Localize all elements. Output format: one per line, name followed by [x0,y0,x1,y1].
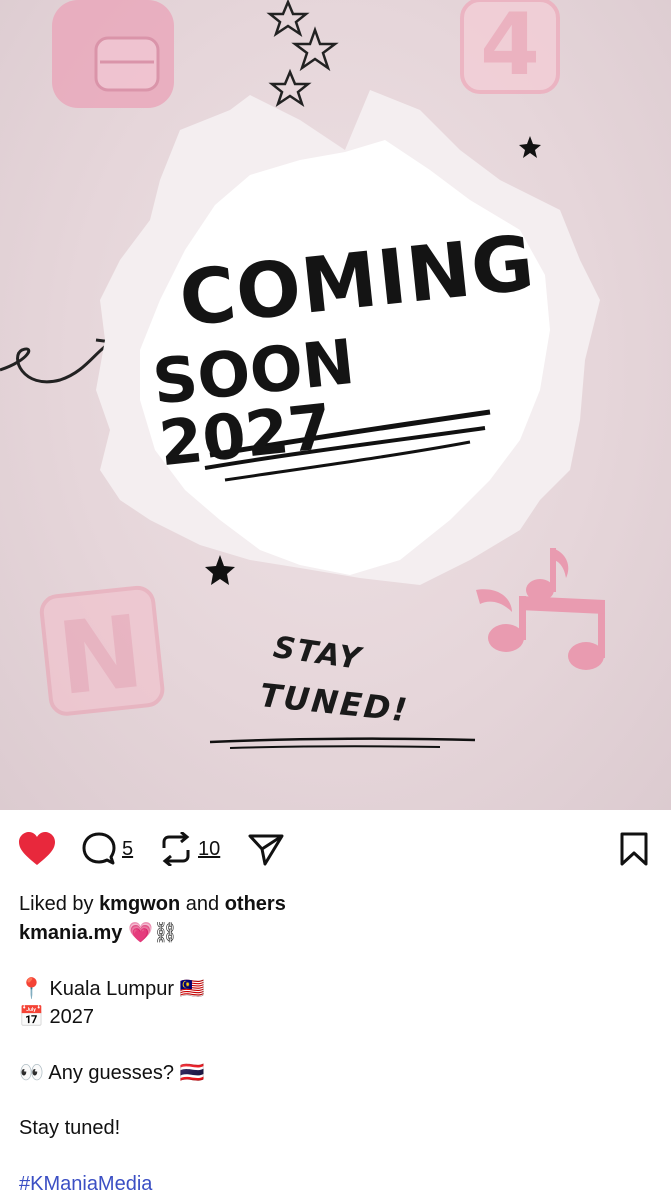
liked-and-label: and [185,893,220,915]
small-star-icon [205,555,235,585]
send-icon [248,834,284,866]
question-row: 👀 Any guesses? 🇹🇭 [19,1058,652,1086]
liked-others-link[interactable]: others [225,893,286,915]
post-action-bar: 5 10 [0,810,671,890]
heart-chain-emoji: 💗⛓ [127,920,179,944]
repost-icon [162,832,190,866]
pin-icon: 📍 [19,976,44,1000]
small-star-icon [519,136,541,158]
thailand-flag-icon: 🇹🇭 [179,1060,205,1084]
year-row: 📅 2027 [19,1002,652,1030]
location-row: 📍 Kuala Lumpur 🇲🇾 [19,974,652,1002]
number-four-sticker: 4 [460,0,560,95]
post-image-artwork: 4 N [0,0,605,749]
music-notes-icon [476,548,605,670]
closing-text: Stay tuned! [19,1117,121,1139]
location-text: Kuala Lumpur [49,978,174,1000]
letter-n-sticker: N [39,585,165,718]
likes-summary[interactable]: Liked by kmgwon and others [19,890,652,918]
hashtag-link[interactable]: #KManiaMedia [19,1170,652,1198]
share-button[interactable] [248,834,284,866]
backpack-icon [52,0,174,108]
svg-text:N: N [53,593,148,718]
malaysia-flag-icon: 🇲🇾 [179,976,205,1000]
liked-user-link[interactable]: kmgwon [99,893,180,915]
author-row: kmania.my 💗⛓ [19,918,652,946]
comment-count[interactable]: 5 [122,838,133,861]
question-text: Any guesses? [48,1062,174,1084]
svg-text:4: 4 [480,0,540,95]
author-username[interactable]: kmania.my [19,922,122,944]
post-image[interactable]: 4 N COMING SOON 2027 STAY TUNED! [0,0,671,810]
comment-button[interactable]: 5 [82,832,133,866]
post-caption: Liked by kmgwon and others kmania.my 💗⛓ … [0,890,671,1198]
star-doodles [266,0,339,108]
eyes-icon: 👀 [19,1060,44,1084]
save-button[interactable] [620,832,648,866]
bookmark-icon [620,832,648,866]
like-button[interactable] [18,832,56,866]
heart-filled-icon [19,832,55,865]
arrow-doodle [0,341,111,384]
repost-count[interactable]: 10 [198,838,220,861]
repost-button[interactable]: 10 [160,832,220,866]
comment-icon [82,832,116,865]
liked-by-label: Liked by [19,893,94,915]
year-text: 2027 [49,1006,94,1028]
calendar-icon: 📅 [19,1004,44,1028]
